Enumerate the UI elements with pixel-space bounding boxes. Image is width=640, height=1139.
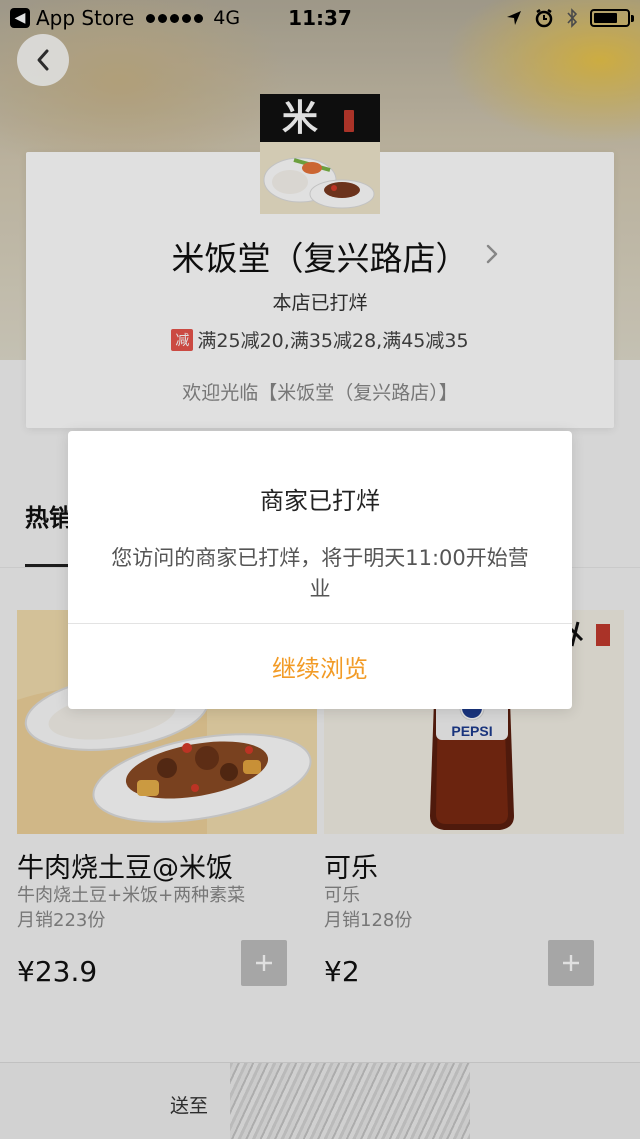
dialog-message: 您访问的商家已打烊，将于明天11:00开始营业 <box>111 546 529 601</box>
shop-closed-dialog: 商家已打烊 您访问的商家已打烊，将于明天11:00开始营业 继续浏览 <box>68 431 572 709</box>
dialog-title: 商家已打烊 <box>260 487 380 515</box>
continue-browsing-button[interactable]: 继续浏览 <box>68 624 572 709</box>
